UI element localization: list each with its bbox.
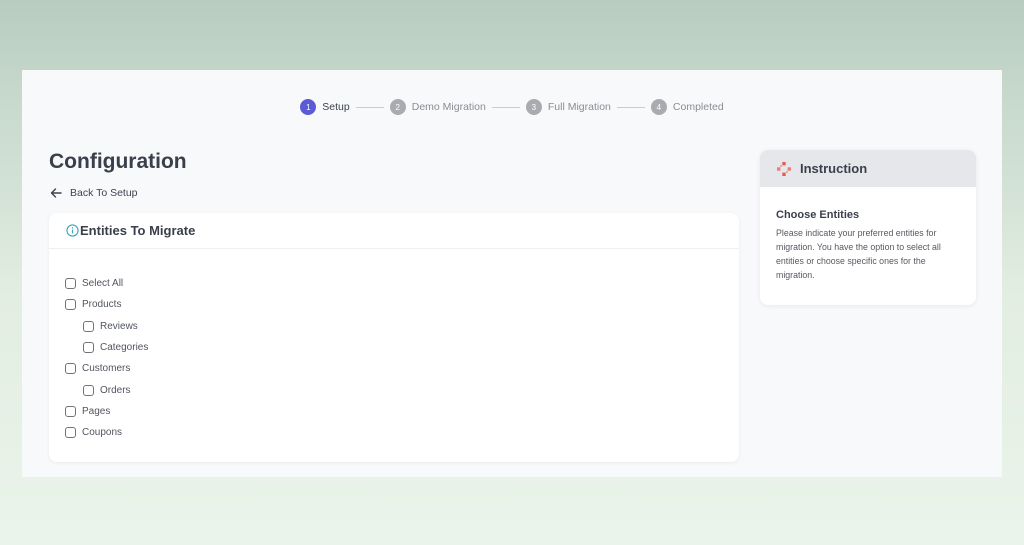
step-number: 4 — [650, 99, 667, 115]
step-label: Setup — [322, 101, 350, 113]
step-number: 2 — [389, 99, 406, 115]
step-demo-migration: 2 Demo Migration — [389, 99, 486, 115]
entity-categories[interactable]: Categories — [65, 337, 739, 358]
entity-label: Categories — [100, 342, 149, 354]
step-label: Demo Migration — [411, 101, 486, 113]
checkbox[interactable] — [83, 384, 94, 396]
checkbox[interactable] — [83, 342, 94, 354]
entities-card-header: Entities To Migrate — [49, 213, 739, 249]
entity-pages[interactable]: Pages — [65, 401, 739, 422]
instruction-text: Please indicate your preferred entities … — [776, 228, 941, 280]
checkbox[interactable] — [65, 427, 76, 439]
entity-label: Orders — [100, 384, 131, 396]
info-icon — [66, 224, 79, 237]
entity-label: Coupons — [82, 427, 123, 439]
instruction-header-label: Instruction — [800, 161, 868, 176]
checkbox[interactable] — [83, 320, 94, 332]
back-link-label: Back To Setup — [70, 187, 138, 199]
progress-stepper: 1 Setup 2 Demo Migration 3 Full Migratio… — [22, 99, 1002, 115]
entity-label: Reviews — [100, 320, 138, 332]
migration-panel: 1 Setup 2 Demo Migration 3 Full Migratio… — [22, 70, 1002, 477]
entity-select-all[interactable]: Select All — [65, 273, 739, 294]
page-title: Configuration — [49, 150, 187, 173]
entity-label: Customers — [82, 363, 131, 375]
step-full-migration: 3 Full Migration — [525, 99, 611, 115]
step-completed: 4 Completed — [650, 99, 724, 115]
step-label: Completed — [672, 101, 724, 113]
step-connector — [491, 106, 520, 108]
checkbox[interactable] — [65, 405, 76, 417]
entity-label: Select All — [82, 278, 124, 290]
entity-reviews[interactable]: Reviews — [65, 316, 739, 337]
step-connector — [355, 106, 384, 108]
entity-products[interactable]: Products — [65, 294, 739, 315]
entity-customers[interactable]: Customers — [65, 358, 739, 379]
step-label: Full Migration — [547, 101, 611, 113]
instruction-card: Instruction Choose Entities Please indic… — [760, 150, 976, 305]
instruction-body: Choose Entities Please indicate your pre… — [760, 187, 976, 282]
instruction-icon — [777, 161, 791, 176]
entity-list: Select All Products Reviews Categories C… — [49, 249, 739, 443]
step-connector — [616, 106, 645, 108]
entities-card-title: Entities To Migrate — [80, 223, 196, 238]
checkbox[interactable] — [65, 278, 76, 290]
checkbox[interactable] — [65, 363, 76, 375]
arrow-left-icon — [50, 188, 62, 198]
entity-orders[interactable]: Orders — [65, 379, 739, 400]
step-setup: 1 Setup — [300, 99, 350, 115]
instruction-header: Instruction — [760, 150, 976, 187]
instruction-title: Choose Entities — [776, 209, 860, 221]
step-number: 1 — [300, 99, 317, 115]
checkbox[interactable] — [65, 299, 76, 311]
entities-card: Entities To Migrate Select All Products … — [49, 213, 739, 462]
entity-label: Products — [82, 299, 122, 311]
entity-coupons[interactable]: Coupons — [65, 422, 739, 443]
step-number: 3 — [525, 99, 542, 115]
back-to-setup-link[interactable]: Back To Setup — [50, 187, 138, 199]
entity-label: Pages — [82, 405, 111, 417]
